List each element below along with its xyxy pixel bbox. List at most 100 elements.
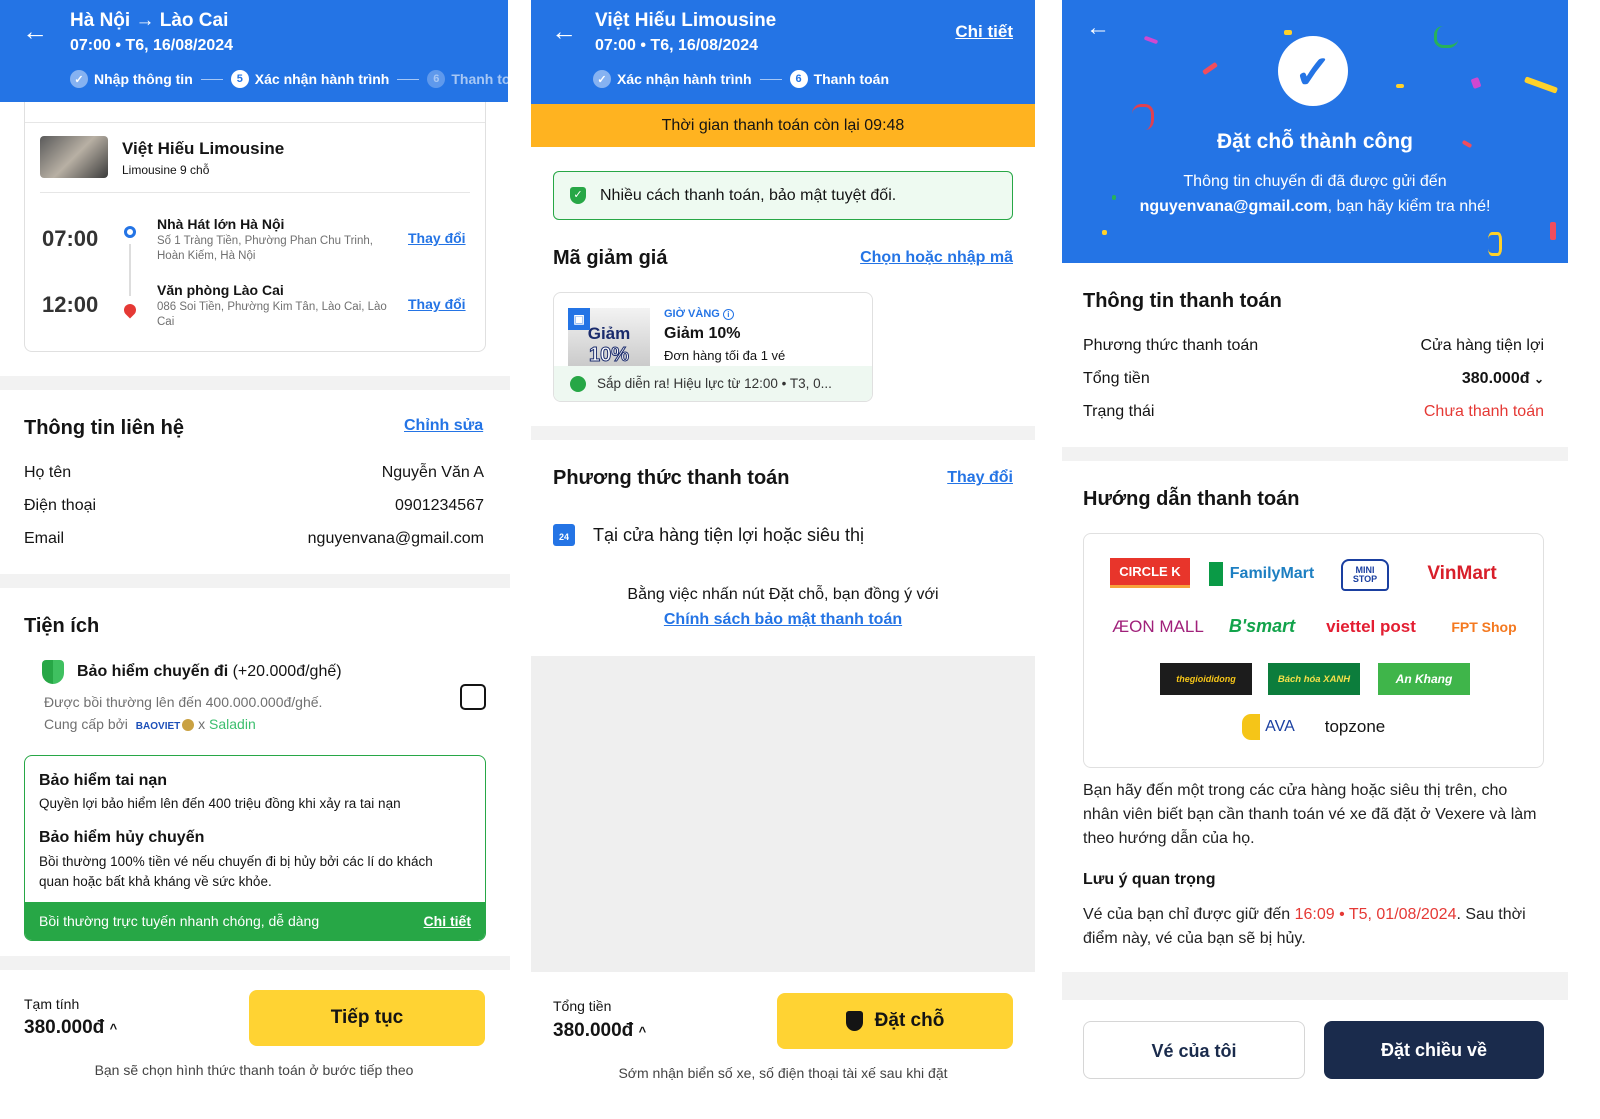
success-line1: Thông tin chuyến đi đã được gửi đến [1183,173,1447,190]
contact-title: Thông tin liên hệ [24,417,184,439]
insurance-price: (+20.000đ/ghế) [232,663,342,680]
logo-an-khang: An Khang [1378,663,1470,695]
logo-ministop: MINI STOP [1341,559,1389,591]
total-label: Tổng tiền [1083,370,1150,387]
footer-note: Sớm nhận biển số xe, số điện thoại tài x… [618,1065,948,1081]
detail-link[interactable]: Chi tiết [955,22,1013,42]
change-pickup-link[interactable]: Thay đổi [408,230,466,246]
route-title: Hà Nội → Lào Cai [70,10,229,31]
subtotal-label: Tạm tính [24,996,80,1012]
privacy-policy-link[interactable]: Chính sách bảo mật thanh toán [531,611,1035,629]
saladin-logo: Saladin [209,716,256,732]
stepper: ✓ Nhập thông tin 5 Xác nhận hành trình 6 Th… [70,70,510,88]
step-connector [200,78,223,80]
section-separator [0,376,510,390]
benefit-footer: Bồi thường trực tuyến nhanh chóng, dễ dà… [25,902,485,940]
baoviet-globe-icon [182,719,195,732]
insurance-desc: Được bồi thường lên đến 400.000.000đ/ghế… [44,694,323,710]
success-check-icon: ✓ [1278,36,1348,106]
logo-ava: AVA [1242,714,1300,740]
voucher-tag: GIỜ VÀNG i [664,308,734,320]
benefit-desc: Bồi thường 100% tiền vé nếu chuyến đi bị… [39,854,433,889]
edit-contact-link[interactable]: Chỉnh sửa [404,417,483,435]
change-dropoff-link[interactable]: Thay đổi [408,296,466,312]
step-connector [397,78,420,80]
operator-title: Việt Hiếu Limousine [595,10,777,31]
confetti [1202,61,1218,76]
subtotal-value: 380.000đ [24,1017,105,1038]
insurance-title: Bảo hiểm chuyến đi (+20.000đ/ghế) [77,663,342,681]
note-pre: Vé của bạn chỉ được giữ đến [1083,906,1295,923]
insurance-checkbox[interactable] [460,684,486,710]
total-value[interactable]: 380.000đ ⌄ [1462,370,1544,388]
continue-button[interactable]: Tiếp tục [249,990,485,1046]
check-icon: ✓ [593,70,611,88]
secure-note: Nhiều cách thanh toán, bảo mật tuyệt đối… [600,187,897,204]
info-icon[interactable]: i [722,309,734,320]
trip-datetime: 07:00 • T6, 16/08/2024 [595,37,759,54]
choose-code-link[interactable]: Chọn hoặc nhập mã [860,249,1013,267]
confetti [1284,30,1292,35]
confetti [1470,76,1482,90]
section-separator [0,956,510,970]
confetti [1488,232,1502,256]
change-payment-link[interactable]: Thay đổi [947,469,1013,487]
status-label: Trạng thái [1083,403,1155,420]
check-icon: ✓ [70,70,88,88]
logo-aeon-mall: ÆON MALL [1112,617,1204,636]
voucher-tag-text: GIỜ VÀNG [664,308,720,320]
benefit-title: Bảo hiểm hủy chuyến [39,829,205,846]
divider [25,122,485,123]
back-arrow-icon[interactable]: ← [1086,14,1110,42]
provider-separator: x [198,716,206,732]
utilities-title: Tiện ích [24,615,100,637]
pickup-address: Số 1 Tràng Tiền, Phường Phan Chu Trinh, … [157,235,373,262]
section-separator [531,426,1035,440]
voucher-card[interactable]: Giảm 10% ▣ GIỜ VÀNG i Giảm 10% Đơn hàng … [553,292,873,402]
logo-circle-k: CIRCLE K [1110,558,1190,588]
contact-name-label: Họ tên [24,464,72,481]
book-button[interactable]: Đặt chỗ [777,993,1013,1049]
step-label: Xác nhận hành trình [254,71,390,87]
confetti [1550,222,1556,240]
guide-title: Hướng dẫn thanh toán [1083,488,1300,510]
voucher-image-line2: 10% [588,344,630,367]
shield-icon [42,660,64,684]
benefit-detail-link[interactable]: Chi tiết [424,913,471,929]
panel-trip-confirm: Việt Hiếu Limousine Limousine 9 chỗ 07:0… [0,0,510,1119]
bus-icon: ▣ [568,308,590,330]
panel-payment: ← Việt Hiếu Limousine 07:00 • T6, 16/08/… [531,0,1035,1119]
shield-lock-icon [845,1011,863,1031]
store-logos-box: CIRCLE K FamilyMart MINI STOP VinMart ÆO… [1083,533,1544,768]
section-separator [1062,972,1568,1000]
payment-method-title: Phương thức thanh toán [553,467,790,489]
total-amount[interactable]: 380.000đ ^ [553,1020,646,1042]
benefit-desc: Quyền lợi bảo hiểm lên đến 400 triệu đồn… [39,796,401,811]
provider-prefix: Cung cấp bởi [44,716,128,732]
panel-booking-success: ← ✓ Đặt chỗ thành công Thông tin chuyến … [1062,0,1568,1119]
insurance-provider: Cung cấp bởi BAOVIET x Saladin [44,716,256,732]
back-arrow-icon[interactable]: ← [551,16,577,47]
payment-timer: Thời gian thanh toán còn lại 09:48 [531,104,1035,147]
step-confirm-trip: ✓ Xác nhận hành trình [593,70,752,88]
logo-topzone: topzone [1324,717,1386,736]
return-trip-button[interactable]: Đặt chiều về [1324,1021,1544,1079]
logo-fpt-shop: FPT Shop [1451,619,1517,635]
confetti [1523,76,1559,94]
section-separator [1062,447,1568,461]
my-tickets-button[interactable]: Vé của tôi [1083,1021,1305,1079]
success-email: nguyenvana@gmail.com [1139,198,1328,215]
voucher-status: Sắp diễn ra! Hiệu lực từ 12:00 • T3, 0..… [597,376,832,391]
confetti [1143,35,1159,45]
back-arrow-icon[interactable]: ← [22,16,48,47]
pickup-name: Nhà Hát lớn Hà Nội [157,216,285,232]
step-label: Thanh toán [813,71,890,87]
logo-bsmart: B'smart [1228,615,1296,636]
success-hero: ← ✓ Đặt chỗ thành công Thông tin chuyến … [1062,0,1568,263]
step-number: 5 [230,70,249,88]
route-line [129,244,131,296]
book-button-label: Đặt chỗ [874,1010,945,1031]
success-line2-text: , bạn hãy kiểm tra nhé! [1327,198,1491,215]
step-number: 6 [427,70,446,88]
subtotal-amount[interactable]: 380.000đ ^ [24,1017,117,1039]
